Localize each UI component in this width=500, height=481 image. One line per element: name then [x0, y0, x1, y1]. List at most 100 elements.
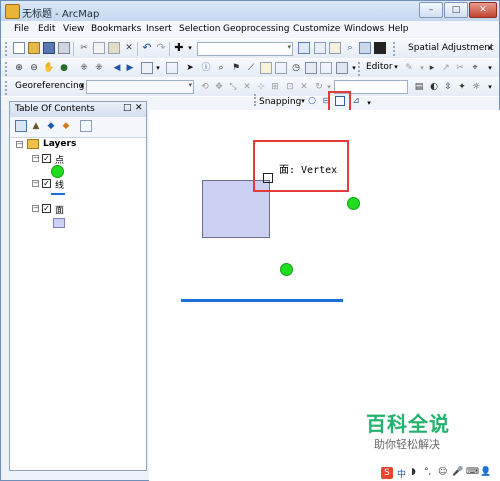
layer-visibility-checkbox[interactable]: ✓	[42, 179, 51, 188]
hyperlink-icon[interactable]	[260, 62, 272, 74]
menu-customize[interactable]: Customize	[293, 24, 340, 34]
map-scale-combo[interactable]: ▾	[197, 42, 293, 56]
menu-windows[interactable]: Windows	[344, 24, 384, 34]
measure-icon[interactable]: ⟋	[245, 62, 257, 74]
html-popup-icon[interactable]	[275, 62, 287, 74]
georef-more-icon[interactable]: ▾	[484, 81, 496, 93]
edit-vertices-icon[interactable]: ⌖	[469, 62, 481, 74]
list-by-visibility-icon[interactable]: ◆	[45, 120, 57, 132]
editor-menu-label[interactable]: Editor	[366, 62, 393, 72]
point-feature[interactable]	[280, 263, 293, 276]
swipe-icon[interactable]: ⇳	[442, 81, 454, 93]
select-elements-icon[interactable]: ➤	[184, 62, 196, 74]
list-by-drawing-order-icon[interactable]	[15, 120, 27, 132]
select-features-dropdown-icon[interactable]: ▾	[152, 62, 164, 74]
create-viewer-icon[interactable]	[305, 62, 317, 74]
point-feature[interactable]	[347, 197, 360, 210]
add-control-points-icon[interactable]: ✕	[241, 81, 253, 93]
maximize-button[interactable]: □	[444, 2, 468, 18]
toolbar-grip[interactable]	[5, 62, 10, 76]
zoom-out-icon[interactable]: ⊖	[28, 62, 40, 74]
time-slider-icon[interactable]: ◷	[290, 62, 302, 74]
editor-more-icon[interactable]: ▾	[484, 62, 496, 74]
layer-name-line[interactable]: 线	[55, 178, 64, 191]
layer-name-polygon[interactable]: 面	[55, 203, 64, 216]
brightness-icon[interactable]: ☼	[470, 81, 482, 93]
toolbar-grip[interactable]	[393, 42, 398, 56]
find-route-icon[interactable]: ⚑	[230, 62, 242, 74]
find-icon[interactable]: ⌕	[215, 62, 227, 74]
flicker-icon[interactable]: ✦	[456, 81, 468, 93]
menu-bookmarks[interactable]: Bookmarks	[91, 24, 141, 34]
auto-registration-icon[interactable]: ⊹	[255, 81, 267, 93]
snapping-menu-label[interactable]: Snapping	[259, 97, 301, 107]
toolbar-grip[interactable]	[5, 81, 10, 95]
toc-pin-button[interactable]: □	[123, 103, 132, 113]
spatial-adjustment-dropdown-icon[interactable]: ▾	[484, 42, 496, 54]
cut-icon[interactable]: ✂	[78, 42, 90, 54]
create-features-icon[interactable]	[336, 62, 348, 74]
menu-selection[interactable]: Selection	[179, 24, 220, 34]
table-of-contents-icon[interactable]	[314, 42, 326, 54]
straight-segment-icon[interactable]: ▸	[426, 62, 438, 74]
undo-icon[interactable]: ↶	[141, 42, 153, 54]
forward-extent-icon[interactable]: ▶	[124, 62, 136, 74]
clear-selection-icon[interactable]	[166, 62, 178, 74]
rotate-icon[interactable]: ⟲	[199, 81, 211, 93]
toc-close-button[interactable]: ✕	[135, 103, 143, 113]
python-window-icon[interactable]	[374, 42, 386, 54]
go-to-xy-icon[interactable]	[320, 62, 332, 74]
cut-polygons-icon[interactable]: ✂	[454, 62, 466, 74]
list-by-selection-icon[interactable]: ◆	[60, 120, 72, 132]
menu-view[interactable]: View	[63, 24, 84, 34]
catalog-icon[interactable]	[329, 42, 341, 54]
copy-icon[interactable]	[93, 42, 105, 54]
open-folder-icon[interactable]	[28, 42, 40, 54]
back-extent-icon[interactable]: ◀	[111, 62, 123, 74]
menu-file[interactable]: File	[14, 24, 29, 34]
effects-icon[interactable]: ◐	[428, 81, 440, 93]
zoom-in-icon[interactable]: ⊕	[13, 62, 25, 74]
identify-icon[interactable]: ⓘ	[200, 62, 212, 74]
search-icon[interactable]: ⌕	[344, 42, 356, 54]
menu-edit[interactable]: Edit	[38, 24, 55, 34]
shift-icon[interactable]: ✥	[213, 81, 225, 93]
reshape-icon[interactable]: ↗	[440, 62, 452, 74]
layer-expand-icon[interactable]: −	[32, 180, 39, 187]
layer-expand-icon[interactable]: −	[32, 205, 39, 212]
view-link-table-icon[interactable]: ⊞	[269, 81, 281, 93]
toc-options-icon[interactable]	[80, 120, 92, 132]
histogram-icon[interactable]: ▤	[413, 81, 425, 93]
editor-toolbar-icon[interactable]	[298, 42, 310, 54]
half-width-icon[interactable]: ◗	[411, 467, 416, 477]
spatial-adjustment-label[interactable]: Spatial Adjustment	[408, 43, 494, 53]
scale-icon[interactable]: ⤡	[227, 81, 239, 93]
georef-layer-combo[interactable]: ▾	[86, 80, 194, 94]
fixed-zoom-out-icon[interactable]: ⁜	[93, 62, 105, 74]
editor-dropdown-icon[interactable]: ▾	[390, 61, 402, 73]
close-button[interactable]: ✕	[469, 2, 497, 18]
user-icon[interactable]: 👤	[480, 467, 491, 477]
add-data-dropdown-icon[interactable]: ▾	[184, 42, 196, 54]
fixed-zoom-in-icon[interactable]: ⁜	[78, 62, 90, 74]
layer-visibility-checkbox[interactable]: ✓	[42, 154, 51, 163]
keyboard-icon[interactable]: ⌨	[466, 467, 479, 477]
voice-input-icon[interactable]: 🎤	[452, 467, 463, 477]
pan-icon[interactable]: ✋	[43, 62, 55, 74]
layers-collapse-icon[interactable]: −	[16, 141, 23, 148]
layer-expand-icon[interactable]: −	[32, 155, 39, 162]
menu-help[interactable]: Help	[388, 24, 409, 34]
delete-control-points-icon[interactable]: ✕	[298, 81, 310, 93]
georeferencing-menu-label[interactable]: Georeferencing	[15, 81, 84, 91]
map-display[interactable]: 面: Vertex 百科全说 助你轻松解决	[149, 110, 500, 481]
toolbar-grip[interactable]	[358, 62, 363, 76]
menu-geoprocessing[interactable]: Geoprocessing	[223, 24, 290, 34]
snapping-more-icon[interactable]: ▾	[363, 97, 375, 109]
save-icon[interactable]	[43, 42, 55, 54]
paste-icon[interactable]	[108, 42, 120, 54]
redo-icon[interactable]: ↷	[155, 42, 167, 54]
chinese-mode-icon[interactable]: 中	[397, 467, 406, 480]
minimize-button[interactable]: –	[419, 2, 443, 18]
new-document-icon[interactable]	[13, 42, 25, 54]
arctoolbox-icon[interactable]	[359, 42, 371, 54]
